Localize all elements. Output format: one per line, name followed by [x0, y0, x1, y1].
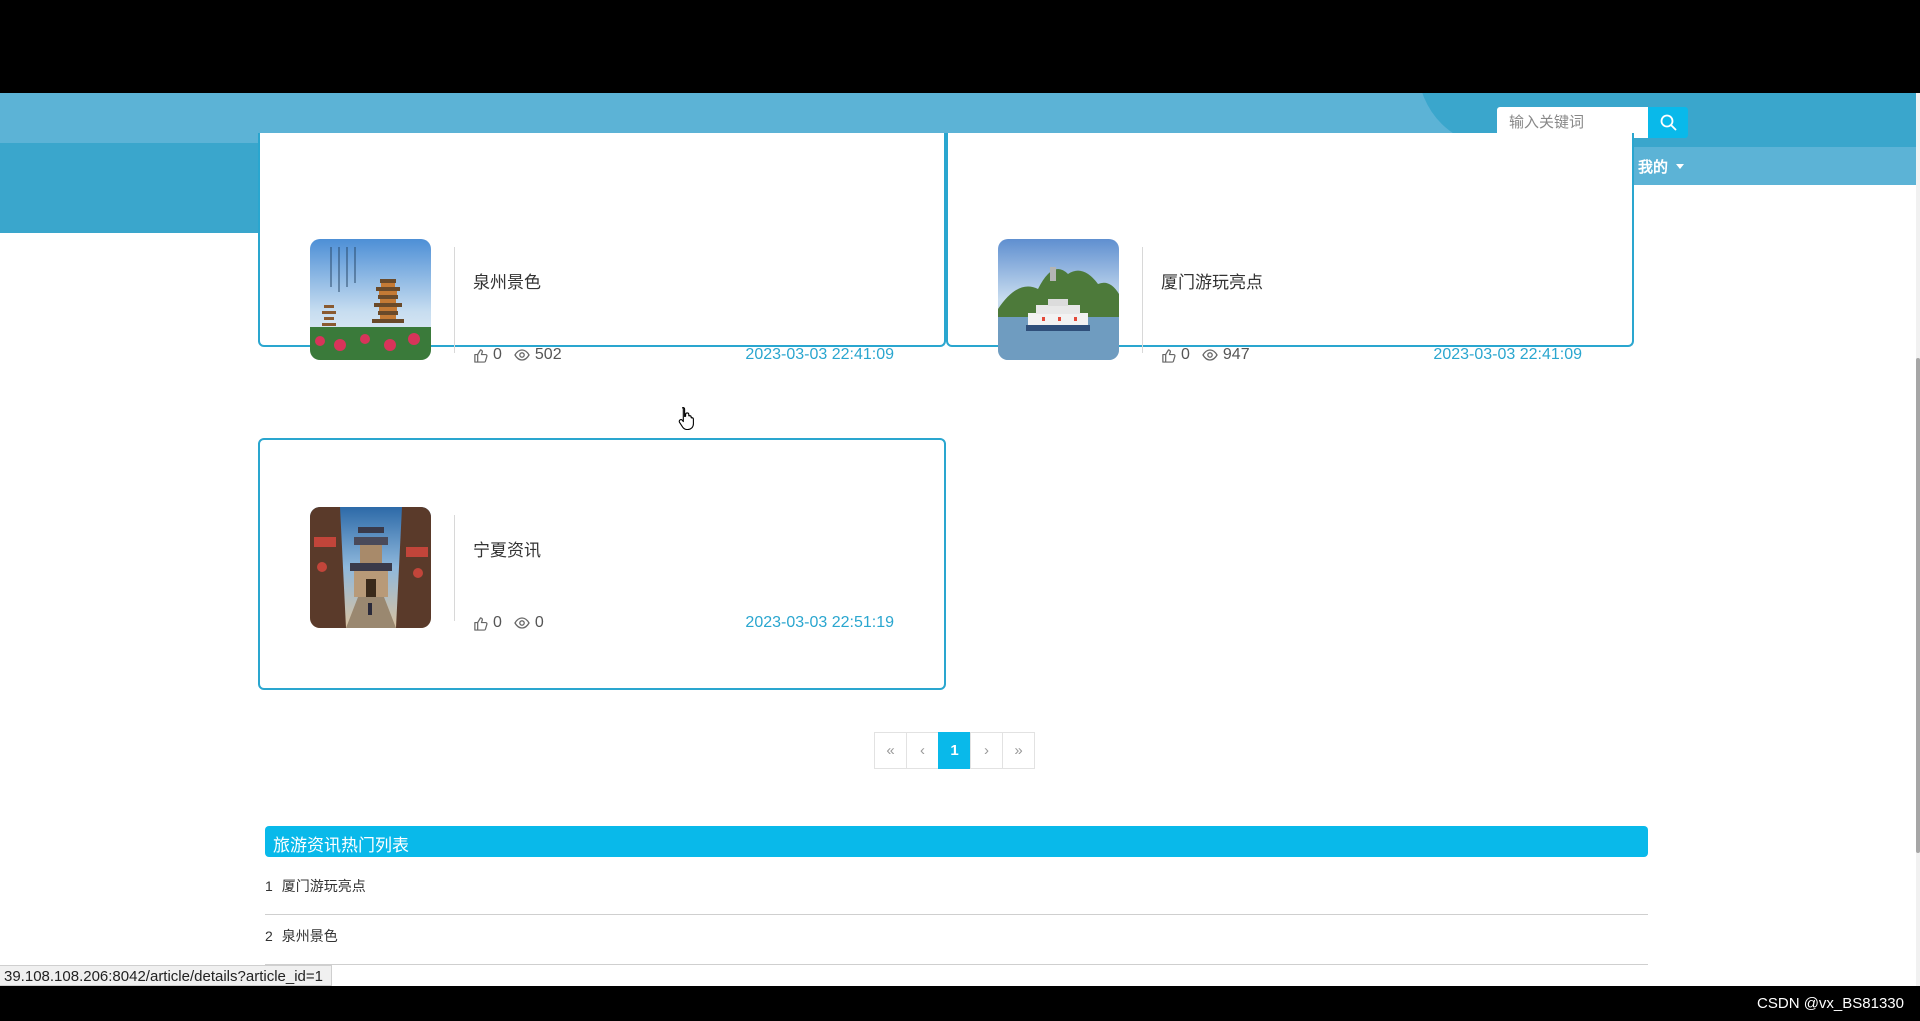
article-meta: 0 0: [473, 614, 556, 632]
pagination: « ‹ 1 › »: [874, 732, 1035, 769]
my-account-dropdown[interactable]: 我的: [1638, 156, 1685, 177]
article-card[interactable]: 宁夏资讯 0 0 2023-03-03 22:51:19: [258, 438, 946, 690]
view-count-value: 0: [534, 614, 544, 631]
thumbs-up-icon: [1162, 348, 1176, 363]
csdn-watermark: CSDN @vx_BS81330: [1757, 995, 1904, 1012]
prev-page-button[interactable]: ‹: [906, 732, 939, 769]
page-1-button[interactable]: 1: [938, 732, 971, 769]
hot-list-item-title[interactable]: 厦门游玩亮点: [282, 878, 366, 894]
article-thumbnail[interactable]: [998, 239, 1119, 360]
article-date: 2023-03-03 22:41:09: [745, 346, 894, 363]
next-page-button[interactable]: ›: [970, 732, 1003, 769]
first-page-button[interactable]: «: [874, 732, 907, 769]
article-thumbnail[interactable]: [310, 239, 431, 360]
view-count-value: 502: [534, 346, 562, 363]
like-count[interactable]: 0: [1161, 346, 1190, 364]
scrollbar-thumb[interactable]: [1916, 358, 1920, 853]
card-divider: [1142, 247, 1143, 353]
thumbs-up-icon: [474, 616, 488, 631]
like-count-value: 0: [493, 614, 502, 631]
hot-list-item[interactable]: 1 厦门游玩亮点: [265, 865, 1648, 915]
view-count: 502: [514, 346, 562, 364]
article-title[interactable]: 宁夏资讯: [473, 536, 541, 561]
thumbs-up-icon: [474, 348, 488, 363]
view-count-value: 947: [1222, 346, 1250, 363]
article-date: 2023-03-03 22:41:09: [1433, 346, 1582, 363]
eye-icon: [514, 349, 530, 361]
like-count-value: 0: [493, 346, 502, 363]
hot-list-rank: 1: [265, 878, 273, 894]
card-divider: [454, 247, 455, 353]
hot-list-rank: 2: [265, 928, 273, 944]
page-scrollbar[interactable]: [1916, 93, 1920, 986]
article-card[interactable]: 泉州景色 0 502 2023-03-03 22:41:09: [258, 133, 946, 363]
article-date: 2023-03-03 22:51:19: [745, 614, 894, 631]
status-bar-url: 39.108.108.206:8042/article/details?arti…: [0, 965, 332, 986]
chevron-down-icon: [1676, 164, 1685, 169]
like-count-value: 0: [1181, 346, 1190, 363]
article-title[interactable]: 厦门游玩亮点: [1161, 268, 1263, 293]
article-meta: 0 947: [1161, 346, 1262, 364]
eye-icon: [514, 617, 530, 629]
article-thumbnail[interactable]: [310, 507, 431, 628]
like-count[interactable]: 0: [473, 614, 502, 632]
card-divider: [454, 515, 455, 621]
hand-cursor-icon: [678, 406, 694, 430]
article-card[interactable]: 厦门游玩亮点 0 947 2023-03-03 22:41:09: [946, 133, 1634, 363]
view-count: 947: [1202, 346, 1250, 364]
hot-list-title: 旅游资讯热门列表: [265, 826, 1648, 857]
hot-list-item[interactable]: 2 泉州景色: [265, 915, 1648, 965]
view-count: 0: [514, 614, 544, 632]
last-page-button[interactable]: »: [1002, 732, 1035, 769]
eye-icon: [1202, 349, 1218, 361]
like-count[interactable]: 0: [473, 346, 502, 364]
search-icon: [1660, 114, 1676, 131]
browser-viewport: 首页 在线留言 在线公告 旅游资讯 旅游基地 路线规划 周边服务 我的: [0, 93, 1920, 986]
article-title[interactable]: 泉州景色: [473, 268, 541, 293]
article-meta: 0 502: [473, 346, 574, 364]
hot-list-item-title[interactable]: 泉州景色: [282, 928, 338, 944]
my-account-label: 我的: [1638, 159, 1669, 176]
search-button[interactable]: [1648, 107, 1688, 138]
